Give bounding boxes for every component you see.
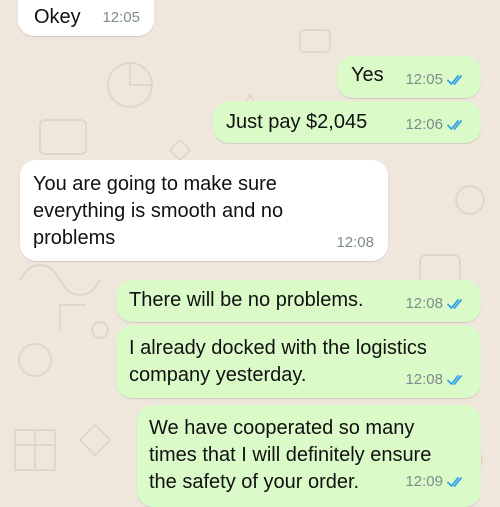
- message-time: 12:09: [405, 473, 443, 490]
- outgoing-message[interactable]: Yes 12:05: [337, 56, 481, 98]
- message-time: 12:05: [405, 71, 443, 88]
- message-meta: 12:08: [405, 295, 467, 313]
- message-meta: 12:08: [405, 371, 467, 389]
- message-meta: 12:05: [102, 9, 140, 27]
- outgoing-message[interactable]: I already docked with the logistics comp…: [116, 325, 481, 398]
- message-meta: 12:06: [405, 116, 467, 134]
- message-text: You are going to make sure everything is…: [33, 173, 284, 249]
- double-check-read-icon: [447, 120, 462, 130]
- message-time: 12:08: [336, 234, 374, 251]
- double-check-read-icon: [447, 477, 462, 487]
- message-meta: 12:05: [405, 71, 467, 89]
- incoming-message[interactable]: Okey 12:05: [18, 0, 154, 36]
- message-text: I already docked with the logistics comp…: [129, 337, 427, 386]
- incoming-message[interactable]: You are going to make sure everything is…: [20, 160, 388, 261]
- message-text: Yes: [351, 64, 384, 86]
- message-text: There will be no problems.: [129, 289, 364, 311]
- message-text: Okey: [34, 6, 81, 28]
- outgoing-message[interactable]: There will be no problems. 12:08: [116, 280, 481, 322]
- outgoing-message[interactable]: Just pay $2,045 12:06: [213, 101, 481, 143]
- chat-message-list[interactable]: Okey 12:05 Yes 12:05 Just pay $2,045 12:…: [0, 0, 500, 507]
- double-check-read-icon: [447, 375, 462, 385]
- double-check-read-icon: [447, 75, 462, 85]
- message-text: Just pay $2,045: [226, 111, 368, 133]
- message-time: 12:06: [405, 116, 443, 133]
- double-check-read-icon: [447, 299, 462, 309]
- message-time: 12:08: [405, 295, 443, 312]
- message-meta: 12:09: [405, 473, 467, 491]
- outgoing-message[interactable]: We have cooperated so many times that I …: [137, 405, 481, 507]
- message-time: 12:08: [405, 371, 443, 388]
- message-meta: 12:08: [336, 234, 374, 252]
- message-text: We have cooperated so many times that I …: [149, 417, 432, 493]
- message-time: 12:05: [102, 9, 140, 26]
